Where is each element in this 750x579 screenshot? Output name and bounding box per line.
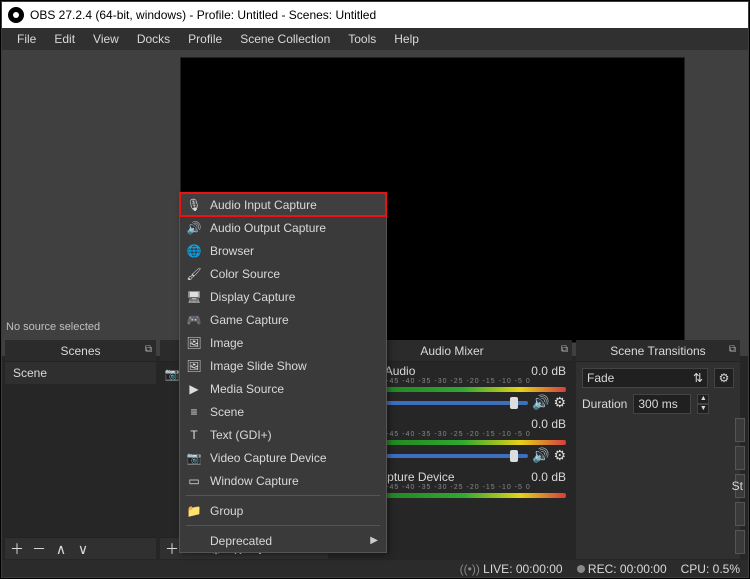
menu-item-video-capture-device[interactable]: 📷Video Capture Device — [180, 446, 386, 469]
duration-spinner[interactable]: ▲▼ — [697, 394, 709, 414]
scenes-panel: Scenes ⧉ Scene ＋ － ∧ ∨ — [5, 340, 156, 559]
menubar: File Edit View Docks Profile Scene Colle… — [2, 28, 748, 50]
add-scene-button[interactable]: ＋ — [9, 542, 25, 556]
live-status: LIVE: 00:00:00 — [460, 562, 563, 576]
controls-panel-cropped: St — [735, 418, 745, 548]
camera-icon: 📷 — [164, 366, 180, 382]
rec-status: REC: 00:00:00 — [588, 562, 667, 576]
speaker-icon[interactable]: 🔊 — [532, 394, 549, 411]
popout-icon[interactable]: ⧉ — [729, 344, 736, 355]
text-icon: T — [186, 428, 202, 442]
menu-item-image-slide-show[interactable]: 🖼Image Slide Show — [180, 354, 386, 377]
transitions-panel: Scene Transitions ⧉ Fade ⇅ ⚙ Duration 30… — [576, 340, 740, 559]
move-scene-up-button[interactable]: ∧ — [53, 542, 69, 556]
speaker-icon: 🔊 — [186, 221, 202, 235]
record-dot-icon — [577, 565, 585, 573]
transition-select[interactable]: Fade ⇅ — [582, 368, 708, 388]
control-button[interactable]: St — [735, 474, 745, 498]
cpu-status: CPU: 0.5% — [681, 562, 740, 576]
titlebar: OBS 27.2.4 (64-bit, windows) - Profile: … — [2, 2, 748, 28]
menu-item-group[interactable]: 📁Group — [180, 499, 386, 522]
control-button[interactable] — [735, 446, 745, 470]
control-button[interactable] — [735, 418, 745, 442]
no-source-label: No source selected — [6, 321, 100, 333]
window-title: OBS 27.2.4 (64-bit, windows) - Profile: … — [30, 8, 376, 22]
app-logo-icon — [8, 7, 24, 23]
brush-icon: 🖌 — [186, 267, 202, 281]
play-icon: ▶ — [186, 382, 202, 396]
gear-icon: ⚙ — [719, 371, 730, 385]
gamepad-icon: 🎮 — [186, 313, 202, 327]
menu-item-image[interactable]: 🖼Image — [180, 331, 386, 354]
menu-item-color-source[interactable]: 🖌Color Source — [180, 262, 386, 285]
gear-icon[interactable]: ⚙ — [553, 394, 566, 411]
menu-item-text[interactable]: TText (GDI+) — [180, 423, 386, 446]
menu-tools[interactable]: Tools — [339, 28, 385, 50]
gear-icon[interactable]: ⚙ — [553, 447, 566, 464]
add-source-button[interactable]: ＋ — [164, 542, 180, 556]
image-icon: 🖼 — [186, 336, 202, 350]
scenes-header: Scenes ⧉ — [5, 340, 156, 362]
menu-view[interactable]: View — [84, 28, 128, 50]
globe-icon: 🌐 — [186, 244, 202, 258]
menu-item-scene[interactable]: ≡Scene — [180, 400, 386, 423]
app-window: OBS 27.2.4 (64-bit, windows) - Profile: … — [1, 1, 749, 578]
menu-file[interactable]: File — [8, 28, 45, 50]
duration-label: Duration — [582, 397, 627, 411]
menu-item-game-capture[interactable]: 🎮Game Capture — [180, 308, 386, 331]
add-source-context-menu: 🎙Audio Input Capture 🔊Audio Output Captu… — [179, 192, 387, 553]
slideshow-icon: 🖼 — [186, 359, 202, 373]
scenes-toolbar: ＋ － ∧ ∨ — [5, 537, 156, 559]
menu-item-display-capture[interactable]: 🖥Display Capture — [180, 285, 386, 308]
control-button[interactable] — [735, 530, 745, 554]
duration-input[interactable]: 300 ms — [633, 394, 691, 414]
menu-edit[interactable]: Edit — [45, 28, 84, 50]
menu-item-deprecated[interactable]: Deprecated▶ — [180, 529, 386, 552]
menu-item-browser[interactable]: 🌐Browser — [180, 239, 386, 262]
menu-item-media-source[interactable]: ▶Media Source — [180, 377, 386, 400]
chevron-right-icon: ▶ — [370, 535, 378, 546]
statusbar: LIVE: 00:00:00 REC: 00:00:00 CPU: 0.5% — [2, 560, 748, 577]
microphone-icon: 🎙 — [186, 198, 202, 212]
camera-icon: 📷 — [186, 451, 202, 465]
menu-profile[interactable]: Profile — [179, 28, 231, 50]
speaker-icon[interactable]: 🔊 — [532, 447, 549, 464]
menu-item-audio-output-capture[interactable]: 🔊Audio Output Capture — [180, 216, 386, 239]
window-icon: ▭ — [186, 474, 202, 488]
menu-item-audio-input-capture[interactable]: 🎙Audio Input Capture — [180, 193, 386, 216]
move-scene-down-button[interactable]: ∨ — [75, 542, 91, 556]
popout-icon[interactable]: ⧉ — [145, 344, 152, 355]
folder-icon: 📁 — [186, 504, 202, 518]
menu-item-window-capture[interactable]: ▭Window Capture — [180, 469, 386, 492]
menu-scene-collection[interactable]: Scene Collection — [231, 28, 339, 50]
menu-help[interactable]: Help — [385, 28, 428, 50]
control-button[interactable] — [735, 502, 745, 526]
list-icon: ≡ — [186, 405, 202, 419]
popout-icon[interactable]: ⧉ — [561, 344, 568, 355]
chevron-updown-icon: ⇅ — [693, 371, 703, 385]
scene-list-item[interactable]: Scene — [5, 362, 156, 384]
menu-separator — [186, 495, 380, 496]
transitions-header: Scene Transitions ⧉ — [576, 340, 740, 362]
transition-settings-button[interactable]: ⚙ — [714, 368, 734, 388]
monitor-icon: 🖥 — [186, 290, 202, 304]
menu-docks[interactable]: Docks — [128, 28, 179, 50]
menu-separator — [186, 525, 380, 526]
remove-scene-button[interactable]: － — [31, 542, 47, 556]
